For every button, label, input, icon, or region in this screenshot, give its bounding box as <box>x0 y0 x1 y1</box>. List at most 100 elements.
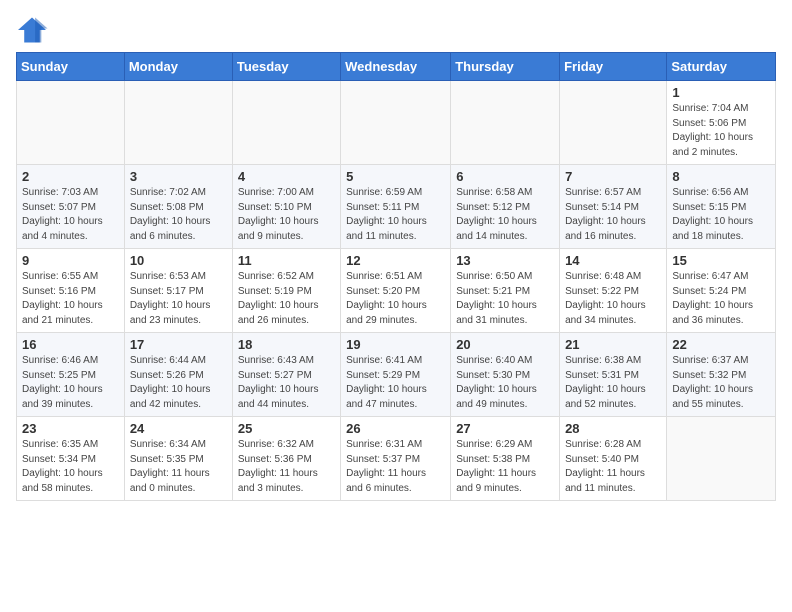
calendar-cell: 4Sunrise: 7:00 AM Sunset: 5:10 PM Daylig… <box>232 165 340 249</box>
day-info: Sunrise: 6:51 AM Sunset: 5:20 PM Dayligh… <box>346 270 445 328</box>
week-row-5: 23 Sunrise: 6:35 AM Sunset: 5:34 PM Dayli… <box>17 417 776 501</box>
calendar-cell <box>232 81 340 165</box>
calendar-cell: 7 Sunrise: 6:57 AM Sunset: 5:14 PM Daylig… <box>560 165 667 249</box>
day-info: Sunrise: 6:35 AM Sunset: 5:34 PM Dayligh… <box>22 438 119 496</box>
calendar-cell: 8 Sunrise: 6:56 AM Sunset: 5:15 PM Daylig… <box>667 165 776 249</box>
calendar-cell: 25 Sunrise: 6:32 AM Sunset: 5:36 PM Dayli… <box>232 417 340 501</box>
day-info: Sunrise: 6:43 AM Sunset: 5:27 PM Dayligh… <box>238 354 335 412</box>
weekday-header-monday: Monday <box>124 53 232 81</box>
calendar-cell: 17 Sunrise: 6:44 AM Sunset: 5:26 PM Dayli… <box>124 333 232 417</box>
calendar-cell: 18 Sunrise: 6:43 AM Sunset: 5:27 PM Dayli… <box>232 333 340 417</box>
calendar-cell: 10 Sunrise: 6:53 AM Sunset: 5:17 PM Dayli… <box>124 249 232 333</box>
weekday-header-friday: Friday <box>560 53 667 81</box>
day-info: Sunrise: 6:29 AM Sunset: 5:38 PM Dayligh… <box>456 438 554 496</box>
calendar-cell <box>560 81 667 165</box>
day-info: Sunrise: 6:32 AM Sunset: 5:36 PM Dayligh… <box>238 438 335 496</box>
calendar-cell: 11 Sunrise: 6:52 AM Sunset: 5:19 PM Dayli… <box>232 249 340 333</box>
calendar-cell: 2 Sunrise: 7:03 AM Sunset: 5:07 PM Daylig… <box>17 165 125 249</box>
day-info: Sunrise: 6:38 AM Sunset: 5:31 PM Dayligh… <box>565 354 661 412</box>
day-info: Sunrise: 7:04 AM Sunset: 5:06 PM Dayligh… <box>672 102 770 160</box>
day-info: Sunrise: 6:34 AM Sunset: 5:35 PM Dayligh… <box>130 438 227 496</box>
calendar-cell: 20 Sunrise: 6:40 AM Sunset: 5:30 PM Dayli… <box>451 333 560 417</box>
day-number: 24 <box>130 421 227 436</box>
day-info: Sunrise: 6:28 AM Sunset: 5:40 PM Dayligh… <box>565 438 661 496</box>
calendar-cell: 28Sunrise: 6:28 AM Sunset: 5:40 PM Dayli… <box>560 417 667 501</box>
day-info: Sunrise: 6:40 AM Sunset: 5:30 PM Dayligh… <box>456 354 554 412</box>
day-number: 1 <box>672 85 770 100</box>
day-number: 6 <box>456 169 554 184</box>
day-number: 10 <box>130 253 227 268</box>
day-number: 4 <box>238 169 335 184</box>
day-number: 26 <box>346 421 445 436</box>
calendar-cell <box>341 81 451 165</box>
day-number: 9 <box>22 253 119 268</box>
calendar-cell: 6 Sunrise: 6:58 AM Sunset: 5:12 PM Daylig… <box>451 165 560 249</box>
day-number: 16 <box>22 337 119 352</box>
calendar-cell <box>124 81 232 165</box>
logo-icon <box>16 16 48 44</box>
calendar-table: SundayMondayTuesdayWednesdayThursdayFrid… <box>16 52 776 501</box>
day-info: Sunrise: 6:52 AM Sunset: 5:19 PM Dayligh… <box>238 270 335 328</box>
day-number: 7 <box>565 169 661 184</box>
day-number: 15 <box>672 253 770 268</box>
calendar-cell: 9 Sunrise: 6:55 AM Sunset: 5:16 PM Daylig… <box>17 249 125 333</box>
day-info: Sunrise: 6:55 AM Sunset: 5:16 PM Dayligh… <box>22 270 119 328</box>
week-row-3: 9 Sunrise: 6:55 AM Sunset: 5:16 PM Daylig… <box>17 249 776 333</box>
day-info: Sunrise: 6:48 AM Sunset: 5:22 PM Dayligh… <box>565 270 661 328</box>
day-number: 17 <box>130 337 227 352</box>
calendar-cell: 12 Sunrise: 6:51 AM Sunset: 5:20 PM Dayli… <box>341 249 451 333</box>
day-number: 5 <box>346 169 445 184</box>
day-info: Sunrise: 6:37 AM Sunset: 5:32 PM Dayligh… <box>672 354 770 412</box>
day-info: Sunrise: 6:57 AM Sunset: 5:14 PM Dayligh… <box>565 186 661 244</box>
weekday-header-wednesday: Wednesday <box>341 53 451 81</box>
day-number: 13 <box>456 253 554 268</box>
calendar-cell: 21 Sunrise: 6:38 AM Sunset: 5:31 PM Dayli… <box>560 333 667 417</box>
day-info: Sunrise: 6:47 AM Sunset: 5:24 PM Dayligh… <box>672 270 770 328</box>
calendar-cell <box>17 81 125 165</box>
calendar-cell: 14 Sunrise: 6:48 AM Sunset: 5:22 PM Dayli… <box>560 249 667 333</box>
calendar-cell: 24 Sunrise: 6:34 AM Sunset: 5:35 PM Dayli… <box>124 417 232 501</box>
day-info: Sunrise: 7:03 AM Sunset: 5:07 PM Dayligh… <box>22 186 119 244</box>
week-row-2: 2 Sunrise: 7:03 AM Sunset: 5:07 PM Daylig… <box>17 165 776 249</box>
day-number: 14 <box>565 253 661 268</box>
day-info: Sunrise: 6:50 AM Sunset: 5:21 PM Dayligh… <box>456 270 554 328</box>
calendar-cell: 19Sunrise: 6:41 AM Sunset: 5:29 PM Dayli… <box>341 333 451 417</box>
day-number: 3 <box>130 169 227 184</box>
day-number: 12 <box>346 253 445 268</box>
weekday-header-saturday: Saturday <box>667 53 776 81</box>
day-number: 22 <box>672 337 770 352</box>
day-number: 11 <box>238 253 335 268</box>
day-number: 23 <box>22 421 119 436</box>
calendar-cell: 26 Sunrise: 6:31 AM Sunset: 5:37 PM Dayli… <box>341 417 451 501</box>
week-row-4: 16 Sunrise: 6:46 AM Sunset: 5:25 PM Dayli… <box>17 333 776 417</box>
calendar-cell <box>451 81 560 165</box>
logo <box>16 16 52 44</box>
day-number: 25 <box>238 421 335 436</box>
calendar-cell: 1 Sunrise: 7:04 AM Sunset: 5:06 PM Daylig… <box>667 81 776 165</box>
calendar-cell <box>667 417 776 501</box>
calendar-cell: 22 Sunrise: 6:37 AM Sunset: 5:32 PM Dayli… <box>667 333 776 417</box>
weekday-header-tuesday: Tuesday <box>232 53 340 81</box>
calendar-cell: 16 Sunrise: 6:46 AM Sunset: 5:25 PM Dayli… <box>17 333 125 417</box>
day-number: 2 <box>22 169 119 184</box>
calendar-cell: 5 Sunrise: 6:59 AM Sunset: 5:11 PM Daylig… <box>341 165 451 249</box>
day-info: Sunrise: 7:02 AM Sunset: 5:08 PM Dayligh… <box>130 186 227 244</box>
day-number: 18 <box>238 337 335 352</box>
calendar-cell: 15 Sunrise: 6:47 AM Sunset: 5:24 PM Dayli… <box>667 249 776 333</box>
day-info: Sunrise: 6:58 AM Sunset: 5:12 PM Dayligh… <box>456 186 554 244</box>
day-info: Sunrise: 6:59 AM Sunset: 5:11 PM Dayligh… <box>346 186 445 244</box>
calendar-cell: 27Sunrise: 6:29 AM Sunset: 5:38 PM Dayli… <box>451 417 560 501</box>
day-info: Sunrise: 6:44 AM Sunset: 5:26 PM Dayligh… <box>130 354 227 412</box>
page-header <box>16 16 776 44</box>
day-info: Sunrise: 6:56 AM Sunset: 5:15 PM Dayligh… <box>672 186 770 244</box>
day-info: Sunrise: 6:31 AM Sunset: 5:37 PM Dayligh… <box>346 438 445 496</box>
day-info: Sunrise: 6:46 AM Sunset: 5:25 PM Dayligh… <box>22 354 119 412</box>
weekday-header-thursday: Thursday <box>451 53 560 81</box>
day-number: 21 <box>565 337 661 352</box>
day-info: Sunrise: 6:53 AM Sunset: 5:17 PM Dayligh… <box>130 270 227 328</box>
weekday-header-sunday: Sunday <box>17 53 125 81</box>
weekday-header-row: SundayMondayTuesdayWednesdayThursdayFrid… <box>17 53 776 81</box>
calendar-cell: 23 Sunrise: 6:35 AM Sunset: 5:34 PM Dayli… <box>17 417 125 501</box>
day-number: 8 <box>672 169 770 184</box>
day-number: 20 <box>456 337 554 352</box>
